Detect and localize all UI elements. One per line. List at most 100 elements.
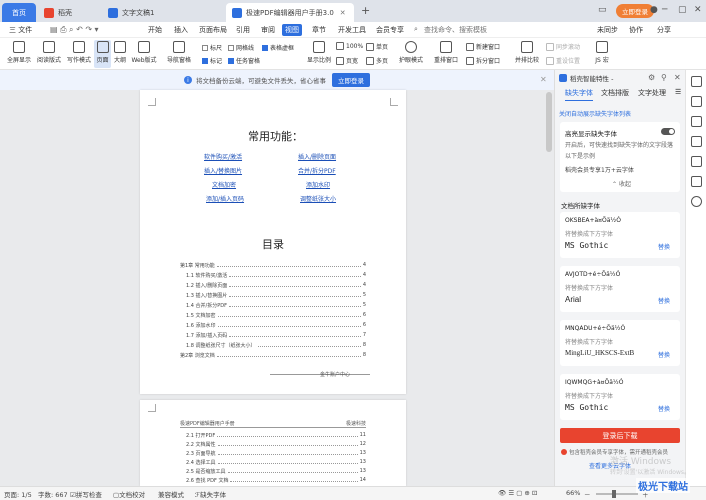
- toc-entry[interactable]: 第1章 常用功能 4: [180, 262, 366, 269]
- tab-text-processing[interactable]: 文字处理: [638, 88, 666, 98]
- layers-icon[interactable]: [691, 176, 702, 187]
- link-watermark[interactable]: 添加水印: [306, 180, 330, 189]
- link-insert-image[interactable]: 插入/替换图片: [204, 166, 242, 175]
- toc-entry[interactable]: 1.6 添加水印 6: [186, 322, 366, 329]
- toc-entry[interactable]: 2.6 查找 PDF 文档 14: [186, 477, 366, 484]
- single-page-button[interactable]: 单页: [366, 42, 388, 51]
- zoom-slider[interactable]: [596, 490, 638, 498]
- table-frame-checkbox[interactable]: 表格虚框: [262, 43, 294, 52]
- link-merge-split[interactable]: 合并/拆分PDF: [298, 166, 336, 175]
- vertical-scrollbar[interactable]: [546, 92, 552, 152]
- link-page-number[interactable]: 添加/插入页码: [206, 194, 244, 203]
- page-indicator[interactable]: 页面: 1/5: [4, 489, 32, 499]
- tab-pdf-manual[interactable]: 极速PDF编辑器用户手册3.0 ✕: [226, 3, 354, 22]
- gridlines-checkbox[interactable]: 网格线: [228, 43, 254, 52]
- window-close-icon[interactable]: ✕: [694, 5, 702, 15]
- zoom-100-button[interactable]: 100%: [336, 42, 363, 50]
- download-button[interactable]: 登录后下载: [560, 428, 680, 443]
- toc-entry[interactable]: 2.3 页面导航 13: [186, 450, 366, 457]
- notification-login-button[interactable]: 立即登录: [332, 73, 370, 87]
- page-width-button[interactable]: 页宽: [336, 56, 358, 65]
- tab-doc-layout[interactable]: 文档排版: [601, 88, 629, 98]
- tab-daoke[interactable]: 稻壳: [38, 3, 100, 22]
- settings-icon[interactable]: ⚙: [648, 73, 655, 82]
- new-window-button[interactable]: 新建窗口: [466, 42, 500, 51]
- toc-entry[interactable]: 2.4 选择工具 13: [186, 459, 366, 466]
- tab-home[interactable]: 首页: [2, 3, 36, 22]
- write-mode-button[interactable]: 写作模式: [64, 41, 94, 64]
- view-mode-icons[interactable]: 👁 ☰ ▢ ⊕ ⊡: [498, 489, 537, 497]
- macro-button[interactable]: JS 宏: [590, 41, 614, 64]
- highlight-toggle[interactable]: [661, 128, 675, 135]
- menu-reference[interactable]: 引用: [233, 24, 253, 36]
- web-layout-button[interactable]: Web版式: [129, 41, 159, 64]
- shape-icon[interactable]: [691, 136, 702, 147]
- toc-entry[interactable]: 1.5 文档加密 6: [186, 312, 366, 319]
- toc-entry[interactable]: 1.2 插入/删除页面 4: [186, 282, 366, 289]
- menu-dev-tools[interactable]: 开发工具: [335, 24, 369, 36]
- link-encrypt[interactable]: 文档加密: [212, 180, 236, 189]
- toc-entry[interactable]: 第2章 浏览文档 8: [180, 352, 366, 359]
- zoom-slider-thumb[interactable]: [612, 490, 616, 498]
- multi-page-button[interactable]: 多页: [366, 56, 388, 65]
- style-icon[interactable]: [691, 116, 702, 127]
- page-view-button[interactable]: 页面: [94, 40, 111, 68]
- replace-button[interactable]: 替换: [658, 404, 670, 413]
- word-count[interactable]: 字数: 667: [38, 489, 68, 499]
- avatar[interactable]: ●: [650, 5, 658, 15]
- login-button[interactable]: 立即登录: [616, 4, 654, 18]
- file-menu[interactable]: 三 文件: [6, 24, 35, 36]
- tools-icon[interactable]: [691, 156, 702, 167]
- toc-entry[interactable]: 1.8 调整纸张尺寸（纸张大小） 8: [186, 342, 366, 349]
- toc-entry[interactable]: 2.1 打开PDF 11: [186, 432, 366, 439]
- filter-icon[interactable]: [691, 76, 702, 87]
- spell-check[interactable]: ☑拼写检查: [70, 489, 102, 499]
- display-ratio-button[interactable]: 显示比例: [305, 41, 333, 64]
- toc-entry[interactable]: 1.7 添加/插入页码 7: [186, 332, 366, 339]
- fullscreen-button[interactable]: 全屏显示: [4, 41, 34, 64]
- command-search[interactable]: 查找命令、搜索模板: [421, 24, 490, 36]
- cursor-icon[interactable]: [691, 96, 702, 107]
- ruler-checkbox[interactable]: 标尺: [202, 43, 222, 52]
- reset-position-button[interactable]: 重设位置: [546, 56, 580, 65]
- document-page-2[interactable]: 极速PDF编辑器用户手册 极速科技 2.1 打开PDF 11 2.2 文档属性 12…: [140, 400, 406, 486]
- toc-entry[interactable]: 2.2 文档属性 12: [186, 441, 366, 448]
- outline-button[interactable]: 大纲: [112, 41, 128, 64]
- maximize-icon[interactable]: ▢: [678, 5, 687, 15]
- close-icon[interactable]: ✕: [540, 75, 547, 84]
- zoom-level[interactable]: 66%: [566, 489, 580, 497]
- minimize-icon[interactable]: ─: [662, 5, 667, 15]
- sync-scroll-button[interactable]: 同步滚动: [546, 42, 580, 51]
- menu-chapter[interactable]: 章节: [309, 24, 329, 36]
- replace-button[interactable]: 替换: [658, 296, 670, 305]
- toc-entry[interactable]: 1.4 合并/拆分PDF 5: [186, 302, 366, 309]
- pin-icon[interactable]: ⚲: [661, 73, 667, 82]
- replace-button[interactable]: 替换: [658, 242, 670, 251]
- link-insert-delete-page[interactable]: 插入/删除页面: [298, 152, 336, 161]
- tab-doc1[interactable]: 文字文稿1: [102, 3, 224, 22]
- location-icon[interactable]: [691, 196, 702, 207]
- replace-button[interactable]: 替换: [658, 350, 670, 359]
- missing-fonts-status[interactable]: ℱ缺失字体: [195, 489, 226, 499]
- close-icon[interactable]: ✕: [674, 73, 681, 82]
- read-mode-button[interactable]: 阅读版式: [34, 41, 64, 64]
- rearrange-window-button[interactable]: 重排窗口: [430, 41, 462, 64]
- document-page-1[interactable]: 常用功能： 软件购买/激活 插入/替换图片 文档加密 添加/插入页码 插入/删除…: [140, 90, 406, 394]
- sync-status[interactable]: 未同步: [594, 24, 621, 36]
- nav-pane-button[interactable]: 导航窗格: [162, 41, 196, 64]
- split-window-button[interactable]: 拆分窗口: [466, 56, 500, 65]
- menu-start[interactable]: 开始: [145, 24, 165, 36]
- menu-insert[interactable]: 插入: [171, 24, 191, 36]
- new-tab-icon[interactable]: +: [361, 4, 370, 17]
- toc-entry[interactable]: 1.3 插入/替换图片 5: [186, 292, 366, 299]
- close-auto-show-link[interactable]: 关闭自动展示缺失字体列表: [559, 109, 631, 118]
- collab-button[interactable]: 协作: [626, 24, 646, 36]
- window-list-icon[interactable]: ▭: [598, 5, 607, 15]
- menu-view[interactable]: 视图: [282, 24, 302, 36]
- menu-member[interactable]: 会员专享: [373, 24, 407, 36]
- close-icon[interactable]: ✕: [340, 9, 346, 17]
- toc-entry[interactable]: 1.1 软件购买/激活 4: [186, 272, 366, 279]
- mark-checkbox[interactable]: 标记: [202, 56, 222, 65]
- zoom-out-icon[interactable]: －: [584, 489, 591, 499]
- eye-care-button[interactable]: 护眼模式: [397, 41, 425, 64]
